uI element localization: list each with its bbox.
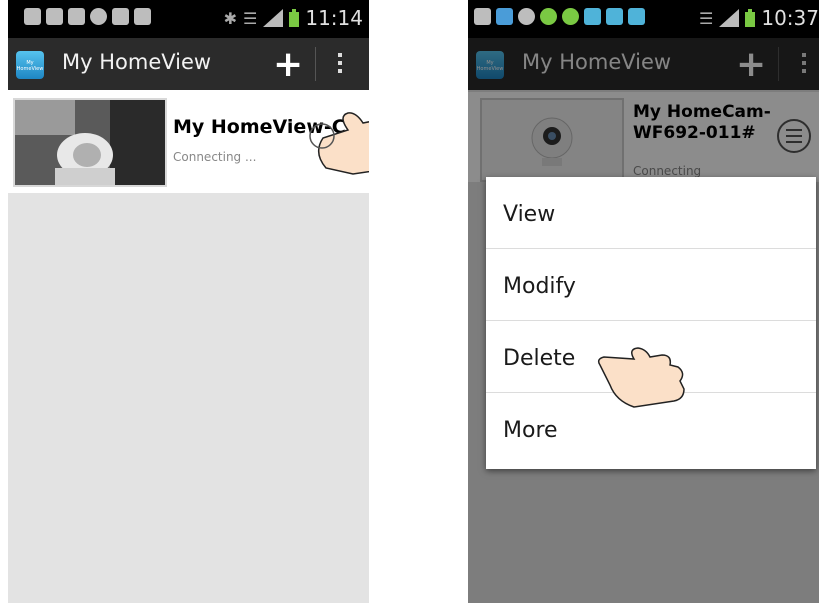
sync-icon <box>90 8 107 25</box>
status-bar: ✱ ☰ 11:14 <box>8 0 369 38</box>
notification-icons <box>474 8 645 25</box>
wifi-icon: ☰ <box>243 8 258 28</box>
overflow-menu-icon[interactable] <box>338 53 342 77</box>
usb-icon <box>112 8 129 25</box>
app-title: My HomeView <box>62 50 212 74</box>
wifi-icon: ☰ <box>699 8 714 28</box>
system-icons: ✱ ☰ 11:14 <box>224 6 363 30</box>
tap-hand-icon <box>597 347 685 408</box>
system-icons: ☰ 10:37 <box>699 6 819 30</box>
menu-item-view[interactable]: View <box>486 177 816 249</box>
status-time: 10:37 <box>761 6 819 30</box>
status-bar: ☰ 10:37 <box>468 0 819 38</box>
context-menu: View Modify Delete More <box>486 177 816 469</box>
add-camera-button[interactable]: + <box>273 47 303 83</box>
add-notification-icon <box>24 8 41 25</box>
app-icon[interactable]: My HomeView <box>16 51 44 79</box>
add-notification-icon <box>474 8 491 25</box>
bluetooth-icon: ✱ <box>223 8 238 28</box>
phone-screen-menu: ☰ 10:37 My HomeView My HomeView + My Hom… <box>468 0 819 603</box>
camera-status: Connecting ... <box>173 150 257 164</box>
phone-screen-list: ✱ ☰ 11:14 My HomeView My HomeView + My H… <box>8 0 369 603</box>
camera-snapshot-image <box>15 100 165 185</box>
sync-icon <box>562 8 579 25</box>
app-icon-label: My HomeView <box>16 60 44 72</box>
battery-icon <box>289 9 300 27</box>
camera-list-item[interactable]: My HomeView-C Connecting ... <box>8 90 369 193</box>
signal-icon <box>719 9 740 27</box>
sd-card-icon <box>134 8 151 25</box>
message-icon <box>68 8 85 25</box>
action-bar: My HomeView My HomeView + <box>8 38 369 90</box>
camera-thumbnail[interactable] <box>13 98 167 187</box>
app-notification-icon <box>496 8 513 25</box>
battery-icon <box>745 9 756 27</box>
signal-icon <box>263 9 284 27</box>
app-notification-icon <box>584 8 601 25</box>
sync-icon <box>540 8 557 25</box>
menu-item-modify[interactable]: Modify <box>486 249 816 321</box>
status-time: 11:14 <box>305 6 363 30</box>
app-notification-icon <box>628 8 645 25</box>
notification-icons <box>24 8 151 25</box>
message-icon <box>46 8 63 25</box>
app-notification-icon <box>606 8 623 25</box>
sync-icon <box>518 8 535 25</box>
action-divider <box>315 47 316 81</box>
tap-hand-icon <box>309 112 369 175</box>
